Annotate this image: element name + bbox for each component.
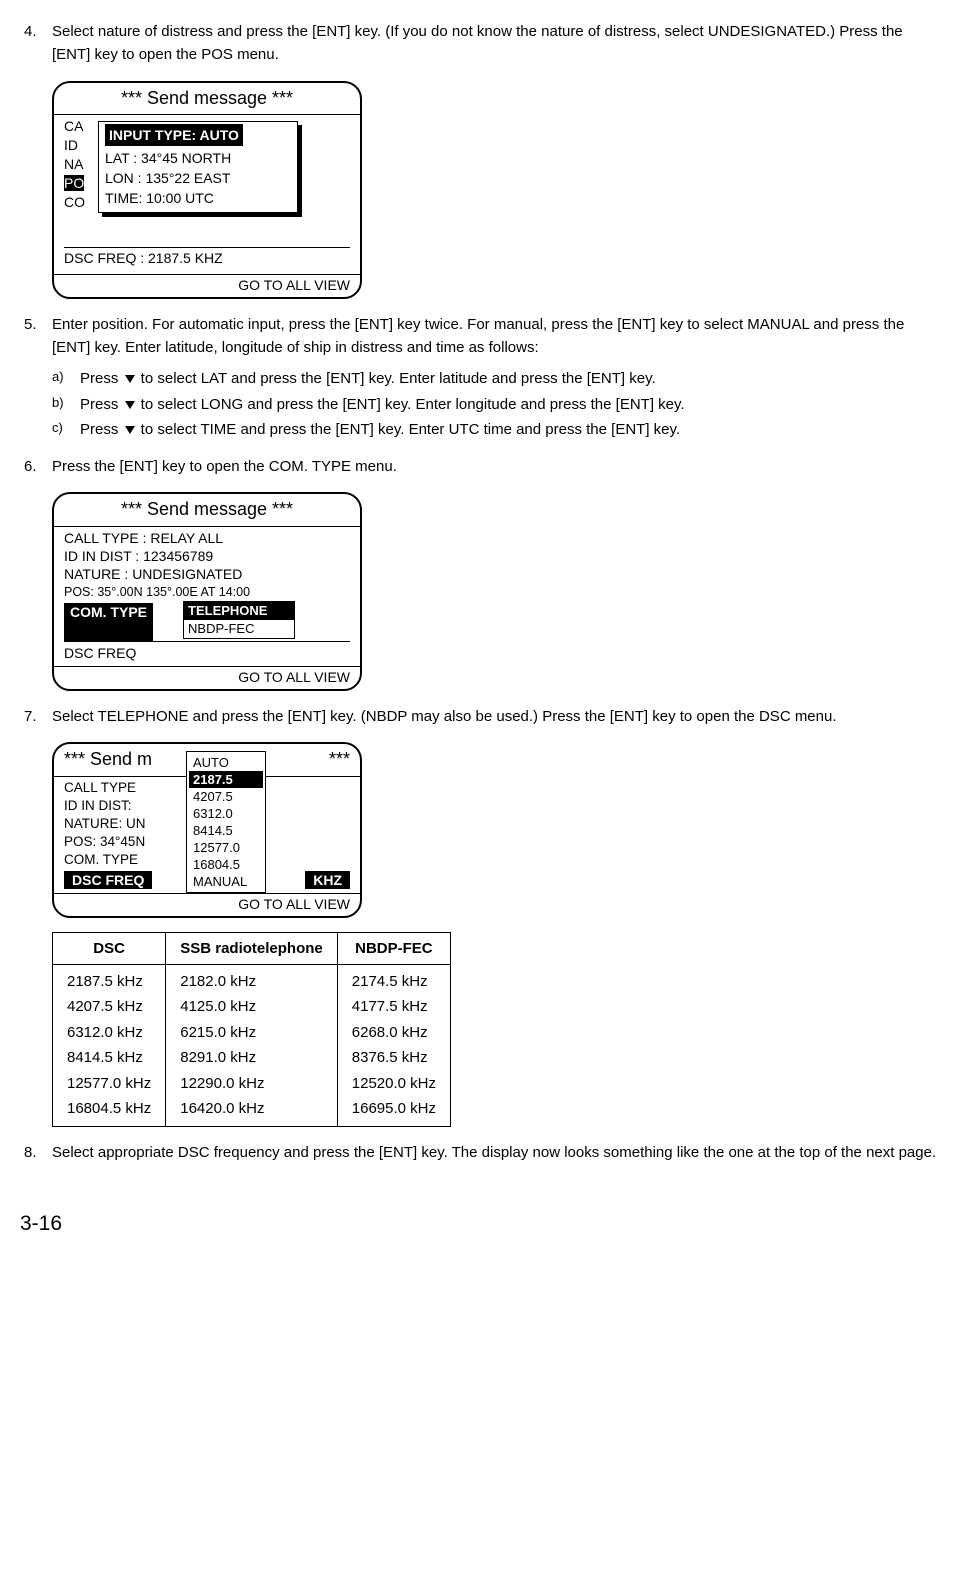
popup-option[interactable]: MANUAL: [193, 873, 259, 890]
freq-value: 6268.0 kHz: [352, 1020, 436, 1046]
substep-c: c) Press to select TIME and press the [E…: [52, 418, 941, 441]
step-7: 7. Select TELEPHONE and press the [ENT] …: [24, 705, 941, 728]
popup-option[interactable]: 4207.5: [193, 788, 259, 805]
substep-text-before: Press: [80, 396, 123, 413]
page-number: 3-16: [20, 1208, 62, 1241]
substep-label: a): [52, 367, 80, 390]
freq-value: 8414.5 kHz: [67, 1045, 151, 1071]
popup-line: TIME: 10:00 UTC: [105, 188, 291, 208]
screen-pos-menu: *** Send message *** CA ID NA PO CO INPU…: [52, 81, 362, 299]
substep-label: b): [52, 393, 80, 416]
screen-title-left: *** Send m: [64, 749, 152, 769]
popup-option[interactable]: 8414.5: [193, 822, 259, 839]
screen-footer: GO TO ALL VIEW: [54, 274, 360, 297]
popup-option-selected[interactable]: TELEPHONE: [184, 602, 294, 620]
table-cell: 2174.5 kHz 4177.5 kHz 6268.0 kHz 8376.5 …: [337, 964, 450, 1126]
frequency-table: DSC SSB radiotelephone NBDP-FEC 2187.5 k…: [52, 932, 451, 1127]
freq-value: 8291.0 kHz: [180, 1045, 323, 1071]
freq-value: 16420.0 kHz: [180, 1096, 323, 1122]
screen-comtype-wrap: *** Send message *** CALL TYPE : RELAY A…: [52, 492, 941, 691]
screen-row-selected: PO: [64, 175, 84, 191]
screen-title: *** Send message ***: [54, 494, 360, 527]
freq-value: 2187.5 kHz: [67, 969, 151, 995]
step-number: 5.: [24, 313, 52, 443]
step-number: 7.: [24, 705, 52, 728]
substep-text-after: to select LONG and press the [ENT] key. …: [137, 396, 685, 413]
popup-option[interactable]: 12577.0: [193, 839, 259, 856]
freq-value: 12577.0 kHz: [67, 1071, 151, 1097]
comtype-label: COM. TYPE: [64, 603, 153, 641]
step-number: 4.: [24, 20, 52, 67]
freq-value: 4207.5 kHz: [67, 994, 151, 1020]
substep-b: b) Press to select LONG and press the [E…: [52, 393, 941, 416]
down-arrow-icon: [125, 375, 135, 383]
freq-value: 8376.5 kHz: [352, 1045, 436, 1071]
substep-text: Press to select LONG and press the [ENT]…: [80, 393, 941, 416]
table-cell: 2182.0 kHz 4125.0 kHz 6215.0 kHz 8291.0 …: [166, 964, 338, 1126]
screen-dscfreq: *** Send m *** CALL TYPE ID IN DIST: NAT…: [52, 742, 362, 918]
step-number: 8.: [24, 1141, 52, 1164]
dscfreq-unit: KHZ: [305, 871, 350, 889]
substep-text: Press to select LAT and press the [ENT] …: [80, 367, 941, 390]
freq-value: 4125.0 kHz: [180, 994, 323, 1020]
freq-value: 16695.0 kHz: [352, 1096, 436, 1122]
screen-title-tail: ***: [329, 746, 350, 774]
down-arrow-icon: [125, 426, 135, 434]
screen-row: DSC FREQ : 2187.5 KHZ: [64, 247, 350, 270]
popup-line: LON : 135°22 EAST: [105, 168, 291, 188]
freq-value: 2182.0 kHz: [180, 969, 323, 995]
step-text: Select appropriate DSC frequency and pre…: [52, 1141, 941, 1164]
step-4: 4. Select nature of distress and press t…: [24, 20, 941, 67]
freq-value: 2174.5 kHz: [352, 969, 436, 995]
freq-value: 6215.0 kHz: [180, 1020, 323, 1046]
screen-title: *** Send message ***: [54, 83, 360, 116]
down-arrow-icon: [125, 401, 135, 409]
popup-option[interactable]: AUTO: [193, 754, 259, 771]
substep-label: c): [52, 418, 80, 441]
popup-header: INPUT TYPE: AUTO: [105, 124, 243, 146]
step-text: Select TELEPHONE and press the [ENT] key…: [52, 705, 941, 728]
freq-value: 4177.5 kHz: [352, 994, 436, 1020]
substep-text-before: Press: [80, 421, 123, 438]
step-text: Select nature of distress and press the …: [52, 20, 941, 67]
screen-pos-menu-wrap: *** Send message *** CA ID NA PO CO INPU…: [52, 81, 941, 299]
step-text: Enter position. For automatic input, pre…: [52, 313, 941, 360]
step-5: 5. Enter position. For automatic input, …: [24, 313, 941, 443]
substep-text: Press to select TIME and press the [ENT]…: [80, 418, 941, 441]
freq-value: 12520.0 kHz: [352, 1071, 436, 1097]
table-header: SSB radiotelephone: [166, 932, 338, 964]
substep-text-before: Press: [80, 370, 123, 387]
screen-row: NATURE : UNDESIGNATED: [64, 565, 350, 583]
screen-row: CALL TYPE : RELAY ALL: [64, 529, 350, 547]
substep-text-after: to select TIME and press the [ENT] key. …: [137, 421, 681, 438]
table-header: DSC: [53, 932, 166, 964]
screen-footer: GO TO ALL VIEW: [54, 893, 360, 916]
screen-row: POS: 35°.00N 135°.00E AT 14:00: [64, 583, 350, 601]
substep-text-after: to select LAT and press the [ENT] key. E…: [137, 370, 656, 387]
popup-line: LAT : 34°45 NORTH: [105, 148, 291, 168]
screen-row: DSC FREQ: [64, 641, 350, 662]
dsc-popup: AUTO 2187.5 4207.5 6312.0 8414.5 12577.0…: [186, 751, 266, 893]
popup-option[interactable]: 6312.0: [193, 805, 259, 822]
popup-option-selected[interactable]: 2187.5: [189, 771, 263, 788]
dscfreq-label: DSC FREQ: [64, 871, 152, 889]
table-header: NBDP-FEC: [337, 932, 450, 964]
step-number: 6.: [24, 455, 52, 478]
freq-value: 16804.5 kHz: [67, 1096, 151, 1122]
table-cell: 2187.5 kHz 4207.5 kHz 6312.0 kHz 8414.5 …: [53, 964, 166, 1126]
step-6: 6. Press the [ENT] key to open the COM. …: [24, 455, 941, 478]
freq-value: 6312.0 kHz: [67, 1020, 151, 1046]
step-8: 8. Select appropriate DSC frequency and …: [24, 1141, 941, 1164]
freq-value: 12290.0 kHz: [180, 1071, 323, 1097]
screen-dscfreq-wrap: *** Send m *** CALL TYPE ID IN DIST: NAT…: [52, 742, 941, 918]
step-text: Press the [ENT] key to open the COM. TYP…: [52, 455, 941, 478]
comtype-popup: TELEPHONE NBDP-FEC: [183, 601, 295, 639]
popup-option[interactable]: NBDP-FEC: [184, 620, 294, 638]
substep-a: a) Press to select LAT and press the [EN…: [52, 367, 941, 390]
screen-footer: GO TO ALL VIEW: [54, 666, 360, 689]
pos-popup: INPUT TYPE: AUTO LAT : 34°45 NORTH LON :…: [98, 121, 298, 213]
screen-row: ID IN DIST : 123456789: [64, 547, 350, 565]
screen-comtype: *** Send message *** CALL TYPE : RELAY A…: [52, 492, 362, 691]
popup-option[interactable]: 16804.5: [193, 856, 259, 873]
